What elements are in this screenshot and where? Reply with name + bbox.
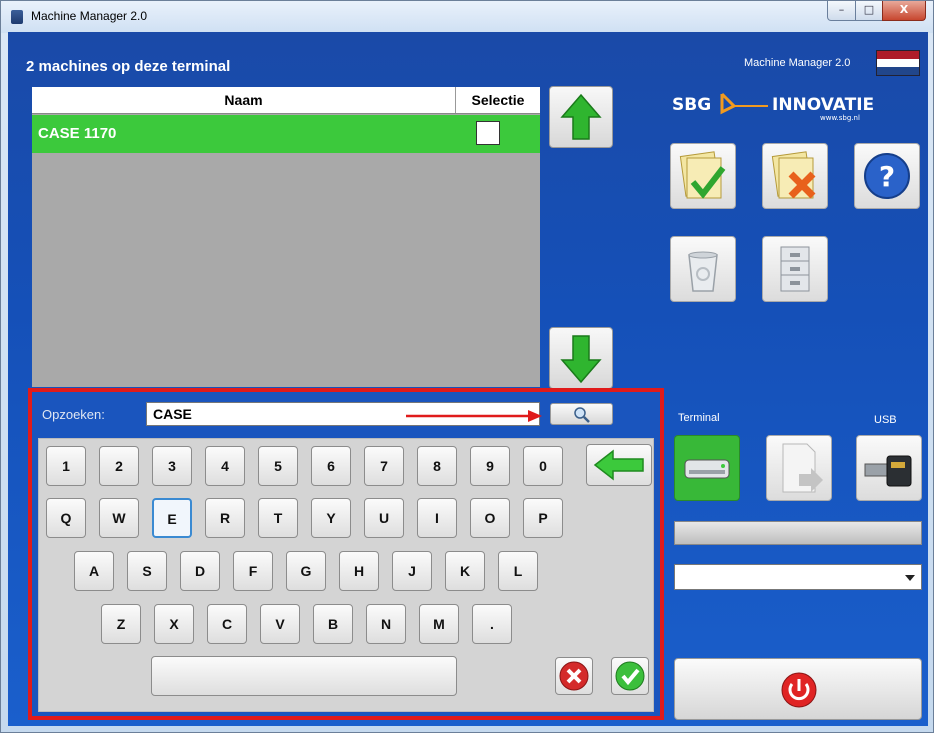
key-f[interactable]: F	[233, 551, 273, 591]
key-e[interactable]: E	[152, 498, 192, 538]
key-n[interactable]: N	[366, 604, 406, 644]
space-key[interactable]	[151, 656, 457, 696]
approve-button[interactable]	[670, 143, 736, 209]
key-4[interactable]: 4	[205, 446, 245, 486]
scroll-up-button[interactable]	[549, 86, 613, 148]
usb-label: USB	[874, 414, 897, 426]
help-button[interactable]: ?	[854, 143, 920, 209]
archive-button[interactable]	[762, 236, 828, 302]
key-i[interactable]: I	[417, 498, 457, 538]
key-u[interactable]: U	[364, 498, 404, 538]
key-y[interactable]: Y	[311, 498, 351, 538]
key-3[interactable]: 3	[152, 446, 192, 486]
key-b[interactable]: B	[313, 604, 353, 644]
usb-stick-icon	[864, 455, 912, 487]
key-o[interactable]: O	[470, 498, 510, 538]
backspace-key[interactable]	[586, 444, 652, 486]
machines-count-text: 2 machines op deze terminal	[26, 58, 231, 75]
magnifier-icon	[573, 407, 590, 423]
destination-dropdown[interactable]	[674, 564, 922, 590]
key-r[interactable]: R	[205, 498, 245, 538]
key-s[interactable]: S	[127, 551, 167, 591]
machine-list: Naam Selectie CASE 1170	[32, 87, 540, 387]
red-arrow-annotation	[406, 410, 542, 422]
list-header: Naam Selectie	[32, 87, 540, 114]
usb-button[interactable]	[856, 435, 922, 501]
key-x[interactable]: X	[154, 604, 194, 644]
key-8[interactable]: 8	[417, 446, 457, 486]
key-6[interactable]: 6	[311, 446, 351, 486]
machine-name: CASE 1170	[38, 125, 117, 142]
key-l[interactable]: L	[498, 551, 538, 591]
key-v[interactable]: V	[260, 604, 300, 644]
terminal-button[interactable]	[674, 435, 740, 501]
key-0[interactable]: 0	[523, 446, 563, 486]
power-button[interactable]	[674, 658, 922, 720]
key-h[interactable]: H	[339, 551, 379, 591]
search-label: Opzoeken:	[42, 407, 105, 422]
arrow-up-icon	[560, 93, 602, 140]
app-icon	[11, 10, 23, 24]
window-title: Machine Manager 2.0	[31, 9, 148, 23]
column-naam[interactable]: Naam	[32, 87, 456, 113]
close-button[interactable]: X	[882, 1, 926, 21]
backspace-arrow-icon	[593, 449, 644, 481]
confirm-button[interactable]	[611, 657, 649, 695]
key-z[interactable]: Z	[101, 604, 141, 644]
key-1[interactable]: 1	[46, 446, 86, 486]
progress-bar	[674, 521, 922, 545]
logo-url: www.sbg.nl	[820, 114, 860, 122]
document-cancel-icon	[771, 151, 816, 199]
document-transfer-icon	[782, 443, 823, 493]
delete-button[interactable]	[670, 236, 736, 302]
logo-brand: SBG	[672, 95, 711, 115]
key-q[interactable]: Q	[46, 498, 86, 538]
key-w[interactable]: W	[99, 498, 139, 538]
key-c[interactable]: C	[207, 604, 247, 644]
scroll-down-button[interactable]	[549, 327, 613, 389]
reject-button[interactable]	[762, 143, 828, 209]
recycle-bin-icon	[688, 251, 718, 292]
key-k[interactable]: K	[445, 551, 485, 591]
key-g[interactable]: G	[286, 551, 326, 591]
table-row[interactable]: CASE 1170	[32, 115, 540, 153]
cancel-button[interactable]	[555, 657, 593, 695]
sbg-innovatie-logo: SBG INNOVATIE www.sbg.nl	[672, 92, 874, 122]
key-9[interactable]: 9	[470, 446, 510, 486]
key-j[interactable]: J	[392, 551, 432, 591]
svg-text:?: ?	[879, 160, 895, 193]
key-2[interactable]: 2	[99, 446, 139, 486]
confirm-check-icon	[615, 661, 645, 691]
key-d[interactable]: D	[180, 551, 220, 591]
help-icon: ?	[864, 153, 910, 199]
column-selectie[interactable]: Selectie	[456, 87, 540, 113]
app-version-text: Machine Manager 2.0	[744, 57, 851, 69]
title-bar: Machine Manager 2.0	[1, 1, 933, 33]
key-5[interactable]: 5	[258, 446, 298, 486]
key-a[interactable]: A	[74, 551, 114, 591]
minimize-button[interactable]: –	[827, 1, 856, 21]
transfer-button[interactable]	[766, 435, 832, 501]
cancel-x-icon	[559, 661, 589, 691]
key-period[interactable]: .	[472, 604, 512, 644]
arrow-down-icon	[560, 335, 602, 384]
maximize-button[interactable]: □	[855, 1, 883, 21]
dropdown-arrow-icon	[905, 575, 915, 581]
search-button[interactable]	[550, 403, 613, 425]
power-icon	[781, 672, 817, 708]
key-p[interactable]: P	[523, 498, 563, 538]
key-7[interactable]: 7	[364, 446, 404, 486]
key-t[interactable]: T	[258, 498, 298, 538]
key-m[interactable]: M	[419, 604, 459, 644]
archive-cabinet-icon	[780, 246, 810, 292]
logo-name: INNOVATIE	[772, 95, 874, 115]
language-flag-button[interactable]	[876, 50, 920, 76]
terminal-label: Terminal	[678, 412, 720, 424]
document-check-icon	[679, 151, 726, 199]
hard-drive-icon	[684, 459, 730, 479]
selection-checkbox[interactable]	[476, 121, 500, 145]
